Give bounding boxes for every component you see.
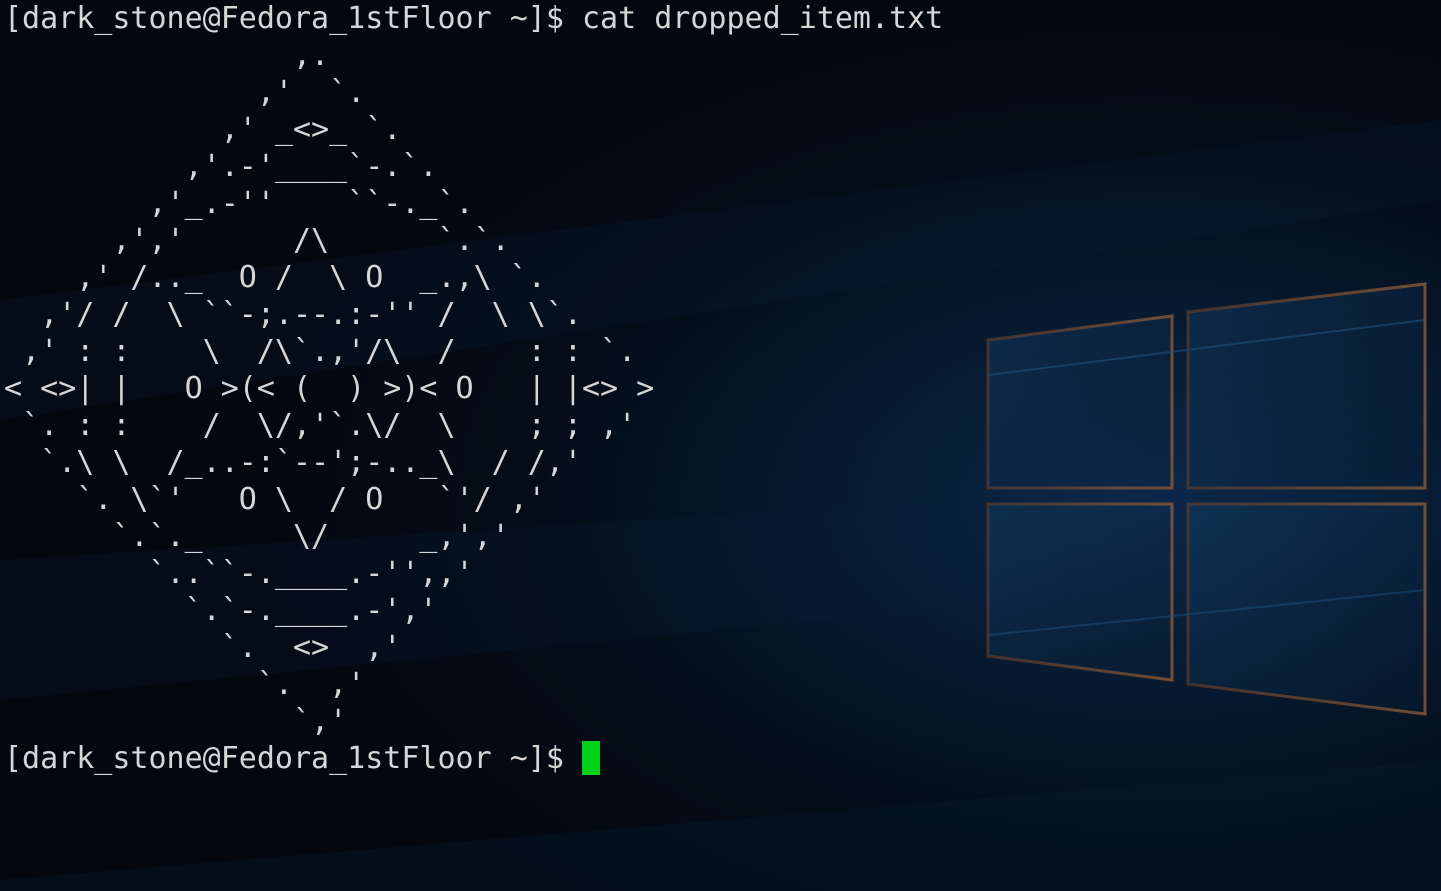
- output-line: `.`-.____.-',': [184, 593, 438, 628]
- active-prompt-line[interactable]: [dark_stone@Fedora_1stFloor ~]$: [4, 740, 1434, 777]
- output-line: ,' /.._ O / \ O _.,\ `.: [76, 260, 546, 295]
- output-line: ,'_.-'' ``-._`.: [148, 186, 474, 221]
- terminal-screen[interactable]: [dark_stone@Fedora_1stFloor ~]$ cat drop…: [4, 0, 1434, 891]
- output-line: ,',' /\ `.`.: [112, 223, 510, 258]
- output-line: `. ,': [256, 667, 366, 702]
- terminal-window[interactable]: [dark_stone@Fedora_1stFloor ~]$ cat drop…: [0, 0, 1441, 891]
- output-line: `. : : / \/,'`.\/ \ ; ; ,': [22, 408, 637, 443]
- output-line: `.\ \ /_..-:`--';-.._\ / /,': [40, 445, 582, 480]
- output-line: ,' : : \ /\`.,'/\ / : : `.: [22, 334, 637, 369]
- ascii-art-output: ,. ,' `. ,' _<>_ `. ,'.-'____`-.`. ,'_.-…: [4, 37, 1434, 740]
- output-line: ,' `.: [256, 75, 366, 110]
- output-line: `..``-.____.-'',,': [148, 556, 474, 591]
- command-line: [dark_stone@Fedora_1stFloor ~]$ cat drop…: [4, 0, 1434, 37]
- output-line: `. \`' O \ / O `'/ ,': [76, 482, 546, 517]
- output-line: `.`._ \/ _,',': [112, 519, 510, 554]
- shell-prompt: [dark_stone@Fedora_1stFloor ~]$: [4, 1, 564, 36]
- output-line: ,'/ / \ ``-;.--.:-'' / \ \`.: [40, 297, 582, 332]
- output-line: ,' _<>_ `.: [220, 112, 402, 147]
- command-text: cat dropped_item.txt: [581, 1, 944, 36]
- output-line: ,.: [292, 38, 330, 73]
- text-cursor: [581, 741, 600, 775]
- shell-prompt-active: [dark_stone@Fedora_1stFloor ~]$: [4, 741, 564, 776]
- output-line: `,': [4, 704, 348, 739]
- output-line: ,'.-'____`-.`.: [184, 149, 438, 184]
- output-line: < <>| | O >(< ( ) >)< O | |<> >: [4, 371, 655, 406]
- output-line: `. <> ,': [220, 630, 402, 665]
